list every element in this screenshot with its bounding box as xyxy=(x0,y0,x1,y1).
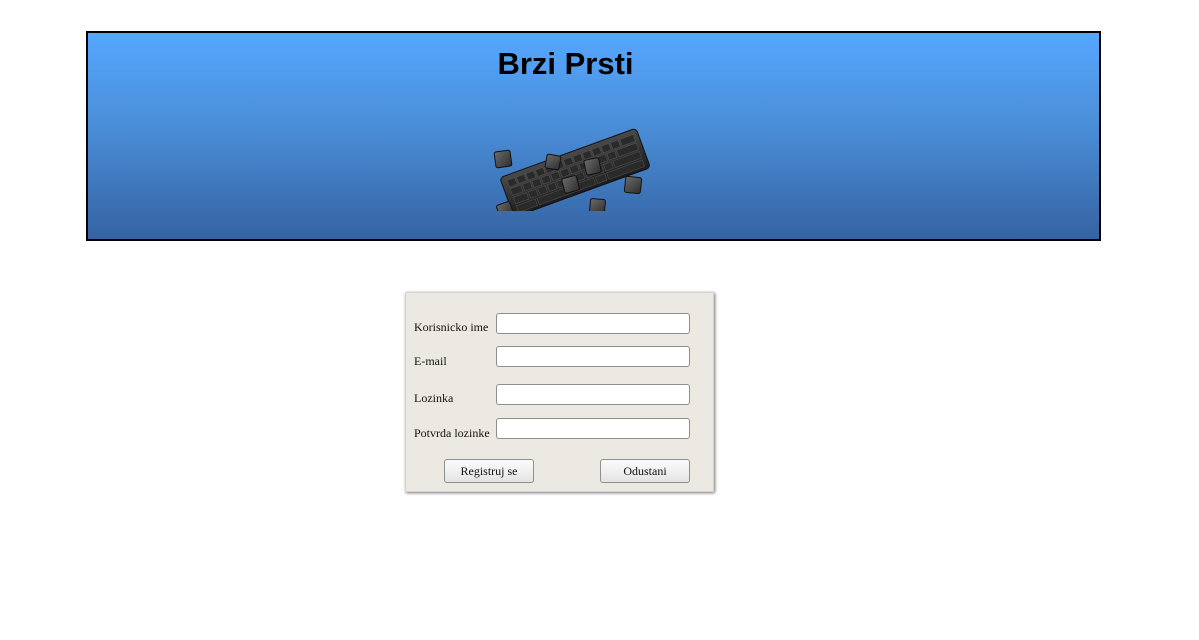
email-input[interactable] xyxy=(496,346,690,367)
registration-form: Korisnicko ime E-mail Lozinka Potvrda lo… xyxy=(405,292,714,492)
cancel-button[interactable]: Odustani xyxy=(600,459,690,483)
confirm-password-label: Potvrda lozinke xyxy=(414,426,490,440)
password-input[interactable] xyxy=(496,384,690,405)
email-label: E-mail xyxy=(414,354,447,368)
page-title: Brzi Prsti xyxy=(497,46,634,81)
username-input[interactable] xyxy=(496,313,690,334)
register-button[interactable]: Registruj se xyxy=(444,459,534,483)
keyboard-icon xyxy=(493,128,650,211)
username-label: Korisnicko ime xyxy=(414,320,489,334)
password-label: Lozinka xyxy=(414,391,454,405)
header-banner: Brzi Prsti xyxy=(86,31,1101,241)
confirm-password-input[interactable] xyxy=(496,418,690,439)
